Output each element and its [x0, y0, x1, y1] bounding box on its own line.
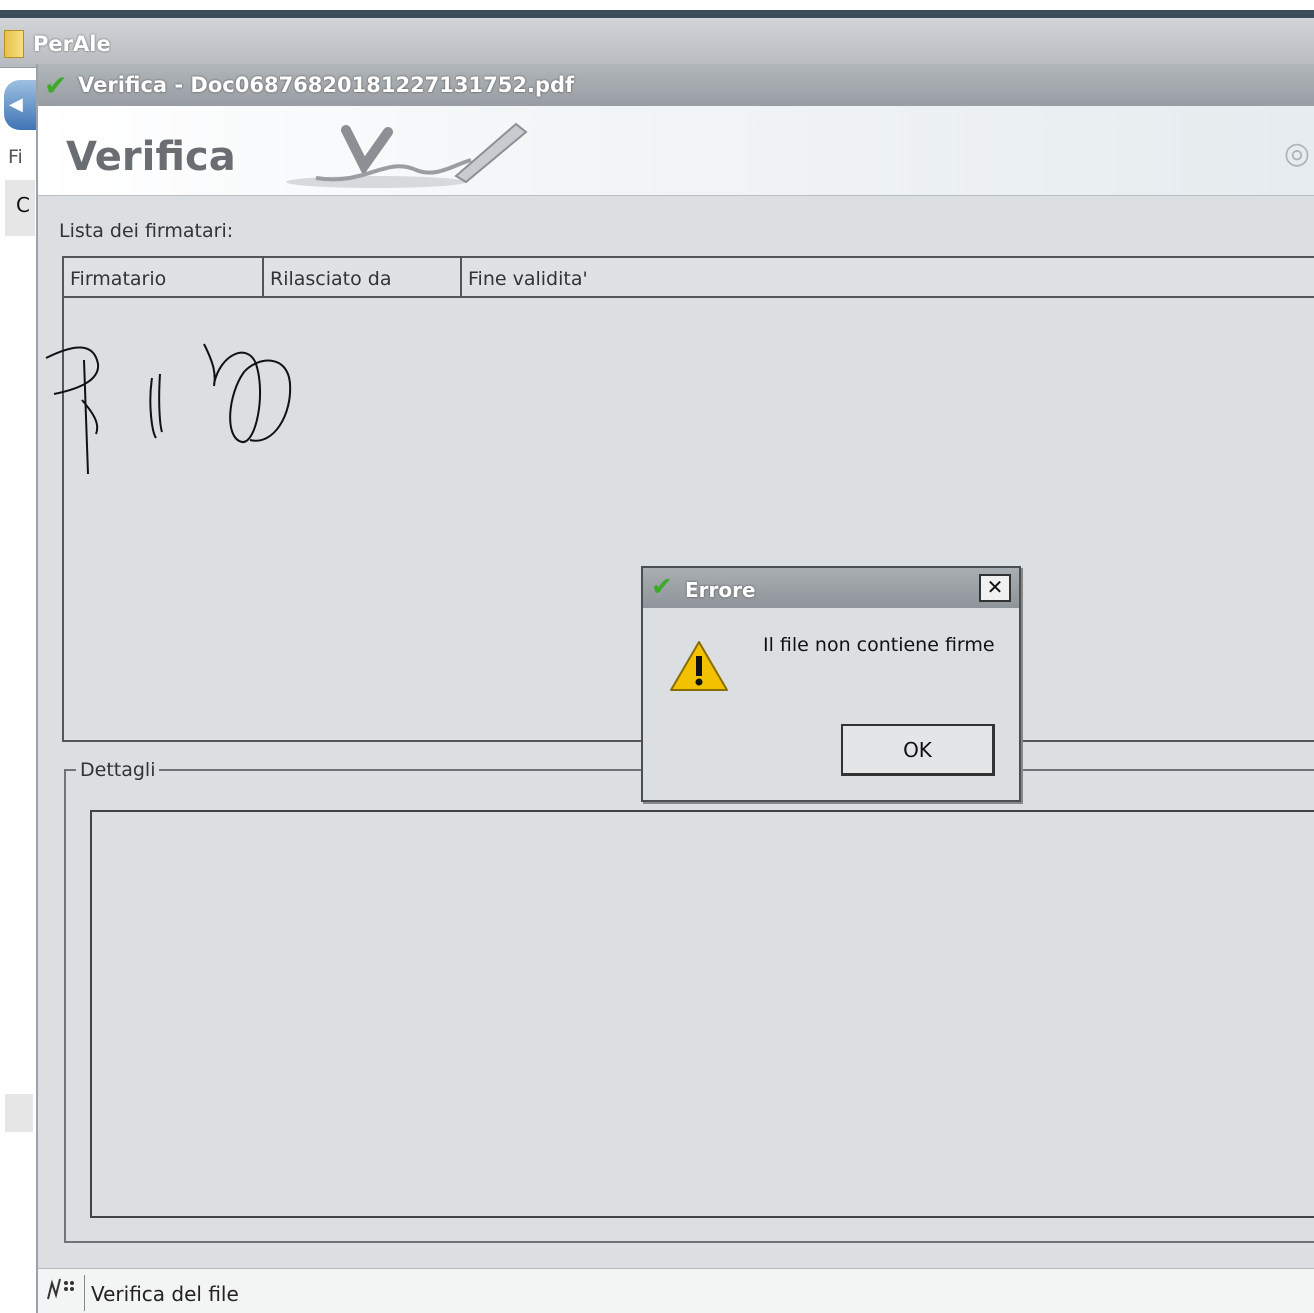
dialog-titlebar: ✔ Errore ✕: [643, 568, 1019, 608]
handwritten-signature: [45, 343, 292, 475]
outer-partial-label: C: [16, 193, 30, 217]
details-text-area[interactable]: [90, 810, 1314, 1218]
column-header-firmatario[interactable]: Firmatario: [64, 258, 264, 296]
status-icon: [44, 1275, 80, 1305]
info-icon: ◎: [1283, 136, 1310, 171]
status-bar: Verifica del file: [38, 1268, 1314, 1313]
signature-logo-icon: [286, 122, 528, 188]
warning-icon: [670, 641, 728, 691]
banner-title: Verifica: [66, 134, 236, 180]
outer-menu-file[interactable]: Fi: [8, 146, 23, 168]
outer-window-titlebar: [0, 18, 1314, 68]
dialog-title: Errore: [685, 578, 756, 602]
ok-button[interactable]: OK: [841, 724, 995, 776]
status-field: Verifica del file: [84, 1275, 1314, 1311]
outer-window-title: PerAle: [33, 32, 111, 56]
column-header-fine-validita[interactable]: Fine validita': [462, 258, 1314, 296]
back-arrow-icon: ◀: [9, 94, 23, 115]
check-icon: ✔: [651, 572, 673, 602]
header-banner: Verifica ◎: [38, 106, 1314, 196]
outer-panel-strip-bottom: [5, 1094, 33, 1132]
signers-list-label: Lista dei firmatari:: [59, 220, 234, 242]
close-icon[interactable]: ✕: [979, 574, 1011, 602]
details-label: Dettagli: [76, 759, 160, 781]
column-header-rilasciato-da[interactable]: Rilasciato da: [264, 258, 462, 296]
status-text: Verifica del file: [91, 1282, 239, 1306]
error-dialog: ✔ Errore ✕ Il file non contiene firme OK: [641, 566, 1021, 802]
window-title: Verifica - Doc06876820181227131752.pdf: [78, 73, 575, 97]
check-icon: ✔: [44, 69, 68, 102]
window-titlebar: ✔ Verifica - Doc06876820181227131752.pdf: [38, 64, 1314, 106]
dialog-message: Il file non contiene firme: [763, 634, 995, 656]
table-header: Firmatario Rilasciato da Fine validita': [64, 258, 1314, 298]
folder-icon: [4, 30, 24, 58]
outer-window-top-border: [0, 10, 1314, 18]
